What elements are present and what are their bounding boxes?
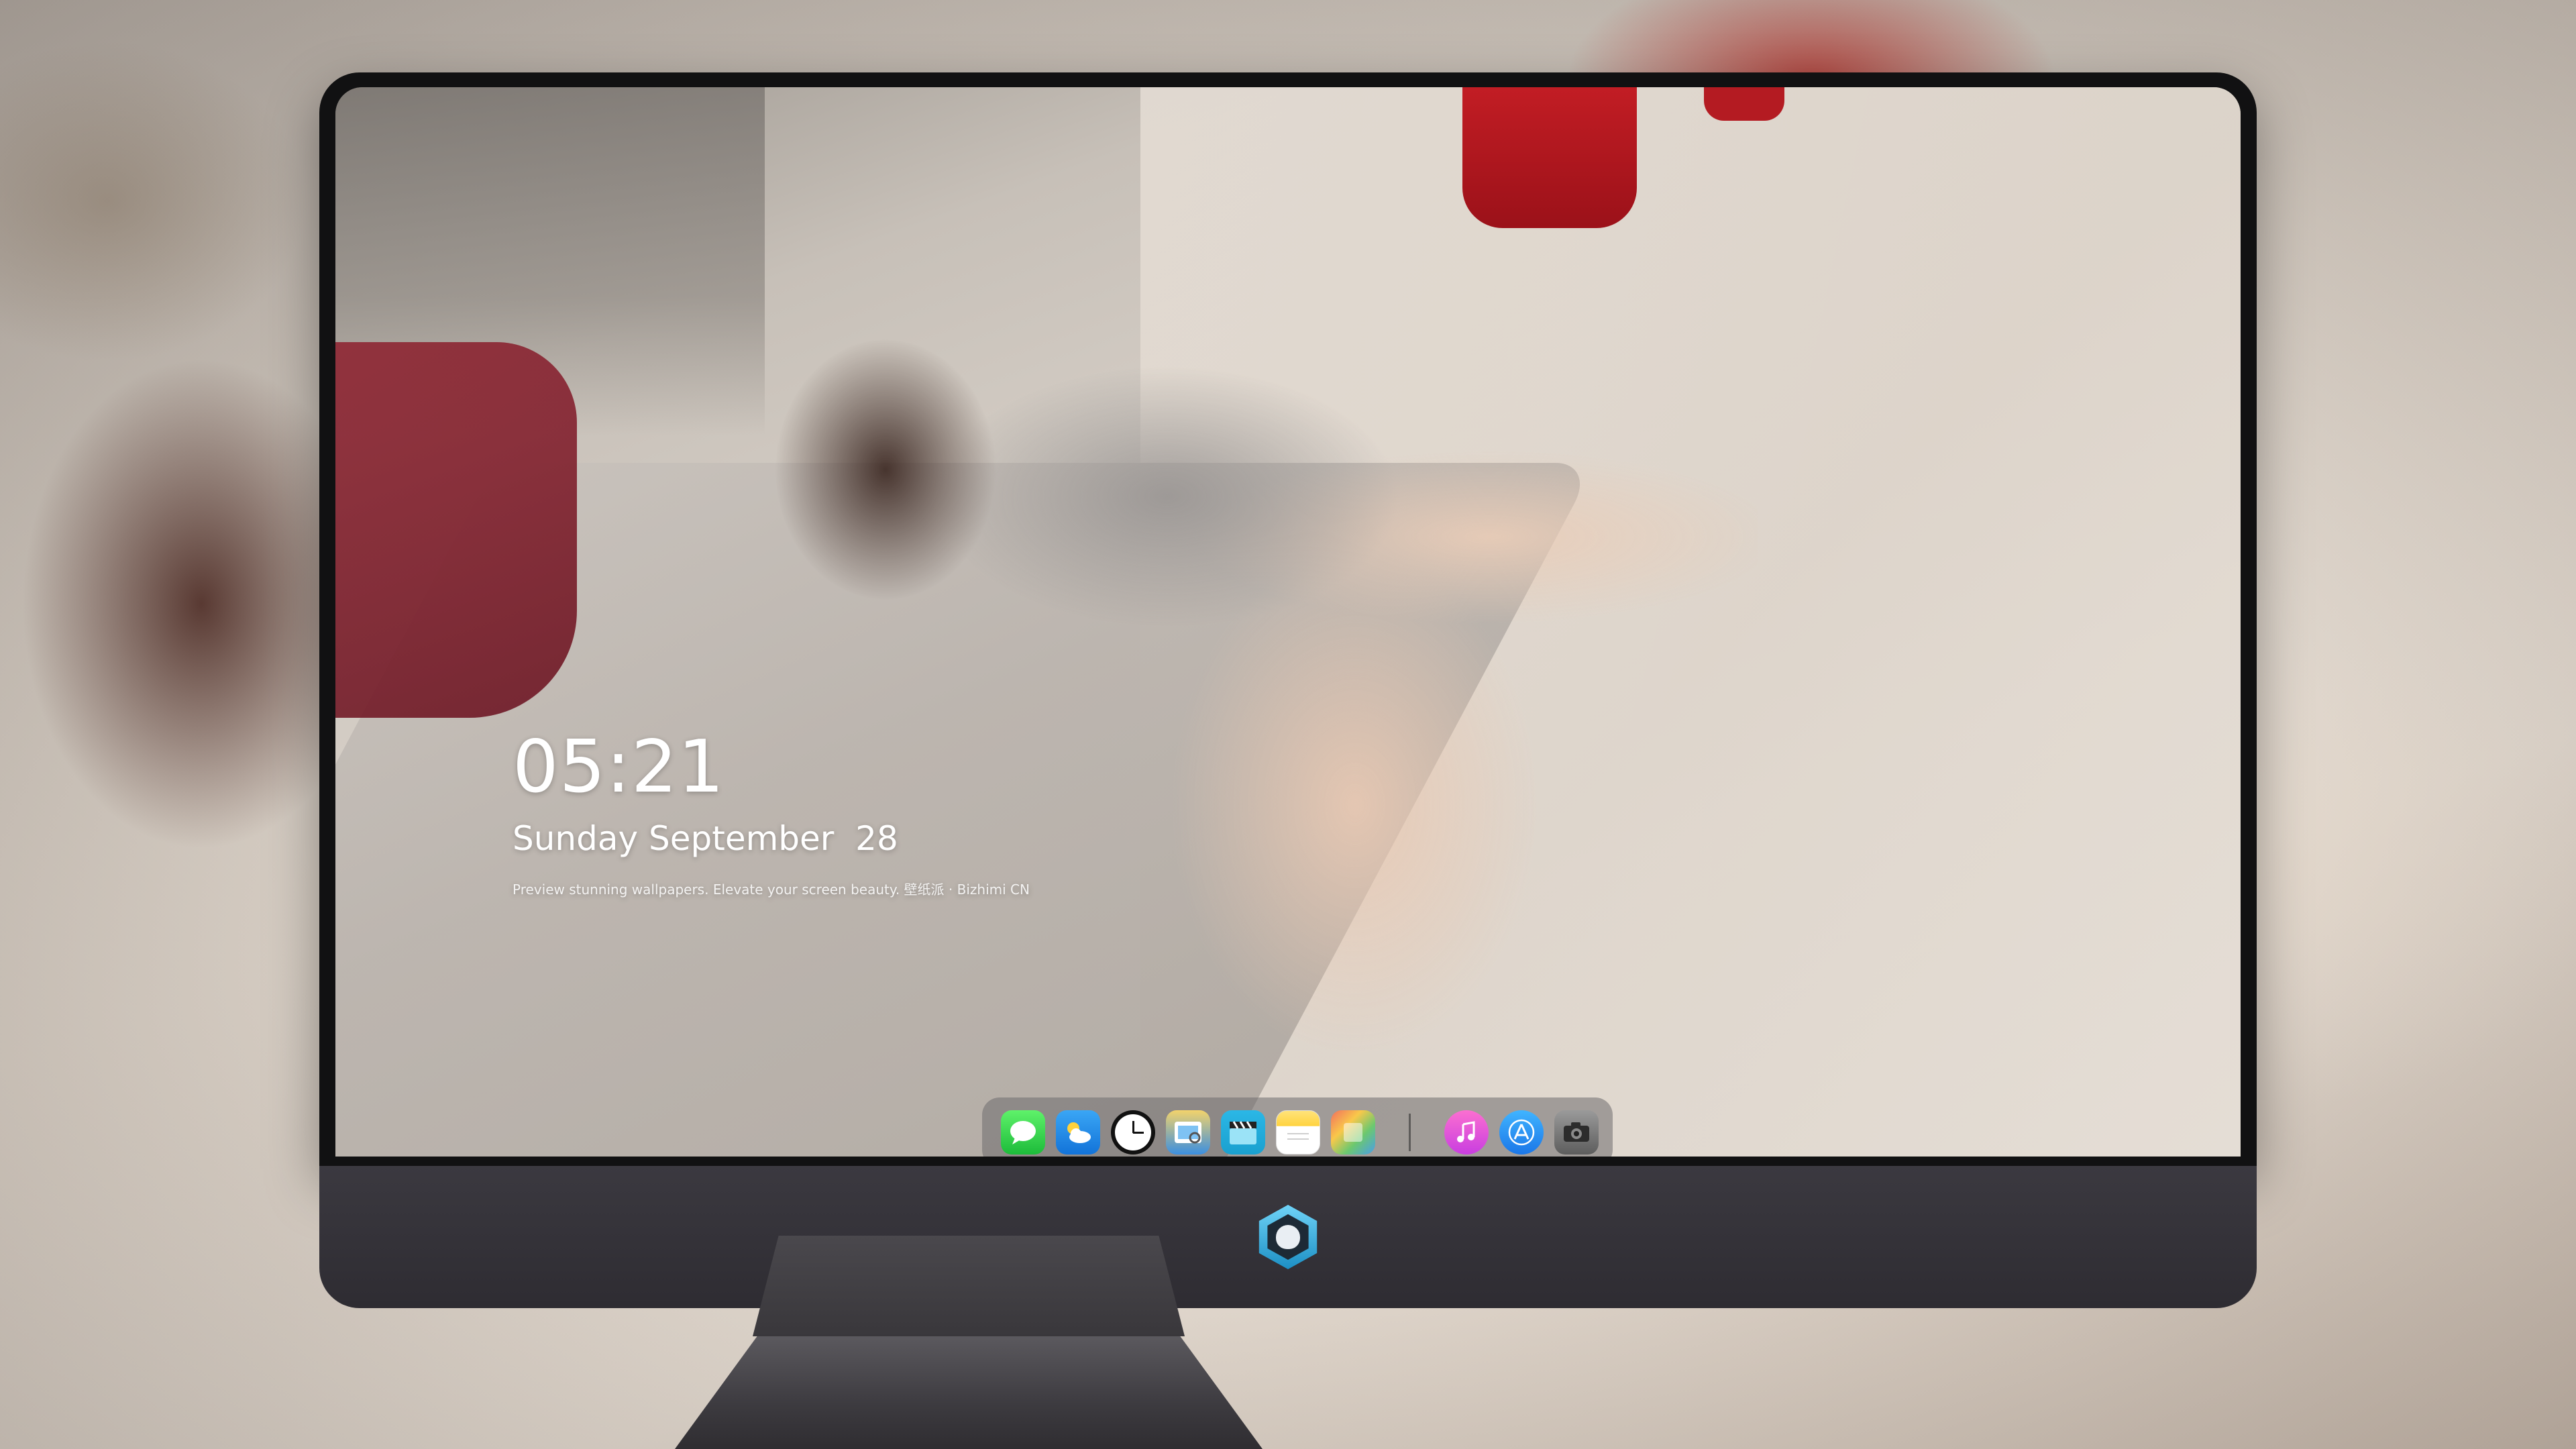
app-store-icon[interactable]	[1499, 1110, 1544, 1155]
monitor: 05:21 Sunday September 28 Preview stunni…	[319, 72, 2257, 1308]
lock-date: Sunday September 28	[513, 819, 898, 858]
monitor-chin	[319, 1166, 2257, 1308]
clock-icon[interactable]	[1111, 1110, 1155, 1155]
lock-tagline: Preview stunning wallpapers. Elevate you…	[513, 881, 1030, 898]
wallpaper-red-stool	[1462, 87, 1637, 228]
notes-icon[interactable]	[1276, 1110, 1320, 1155]
screen: 05:21 Sunday September 28 Preview stunni…	[335, 87, 2241, 1157]
desktop-page: 05:21 Sunday September 28 Preview stunni…	[0, 0, 2576, 1449]
wallpaper-red-stool-small	[1704, 87, 1784, 121]
monitor-bezel: 05:21 Sunday September 28 Preview stunni…	[319, 72, 2257, 1166]
monitor-stand-neck	[753, 1236, 1185, 1336]
preview-icon[interactable]	[1166, 1110, 1210, 1155]
dock	[982, 1097, 1613, 1157]
music-icon[interactable]	[1444, 1110, 1489, 1155]
monitor-stand-base	[675, 1336, 1263, 1449]
lock-clock: 05:21	[513, 725, 725, 809]
logo-icon	[1256, 1205, 1320, 1269]
dock-separator	[1409, 1114, 1411, 1151]
wallpaper-pillow	[335, 342, 577, 718]
messages-icon[interactable]	[1001, 1110, 1045, 1155]
wallpaper-figure	[751, 255, 1758, 1060]
clapper-icon[interactable]	[1221, 1110, 1265, 1155]
camera-icon[interactable]	[1554, 1110, 1599, 1155]
lock-screen-info: 05:21 Sunday September 28 Preview stunni…	[513, 731, 1030, 898]
weather-icon[interactable]	[1056, 1110, 1100, 1155]
photos-icon[interactable]	[1331, 1110, 1375, 1155]
